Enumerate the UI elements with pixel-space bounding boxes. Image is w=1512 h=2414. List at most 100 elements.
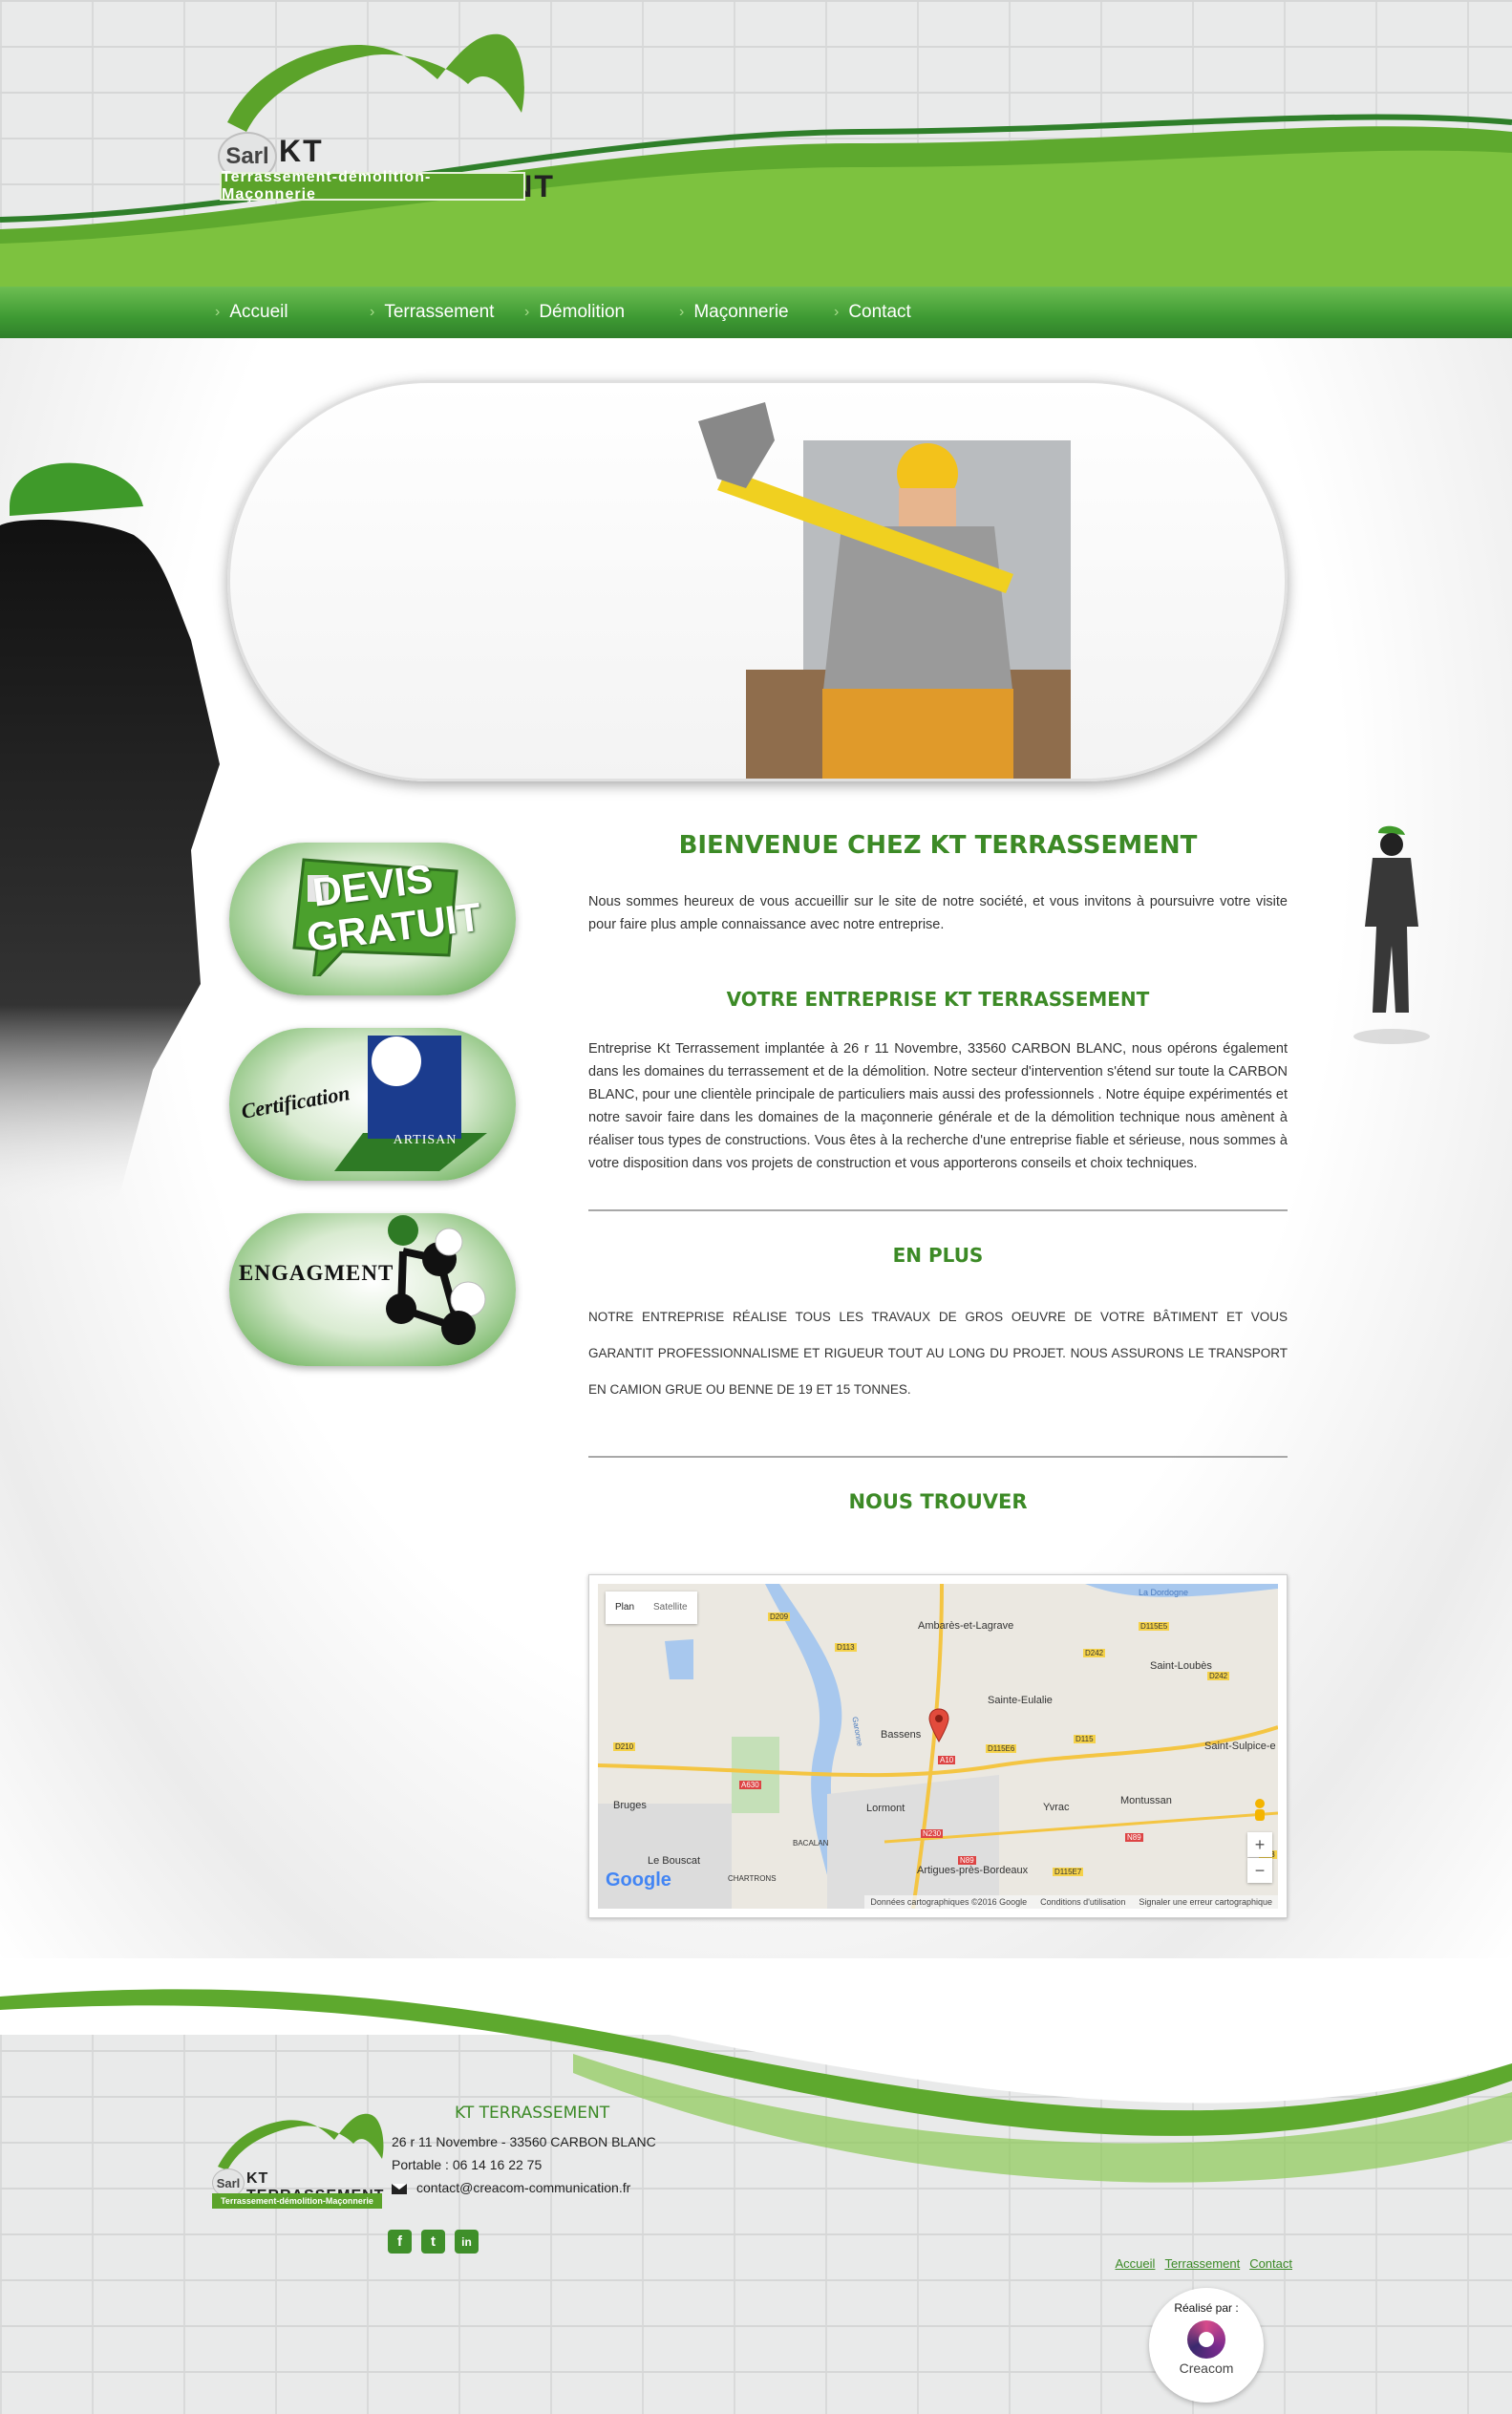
zoom-in-button[interactable]: +	[1247, 1832, 1272, 1857]
chevron-right-icon: ›	[834, 304, 840, 320]
footer-link-contact[interactable]: Contact	[1249, 2256, 1292, 2271]
facebook-icon[interactable]: f	[388, 2230, 412, 2254]
footer-link-accueil[interactable]: Accueil	[1116, 2256, 1156, 2271]
footer-logo[interactable]: Sarl KT TERRASSEMENT Terrassement-démoli…	[212, 2109, 386, 2209]
google-logo: Google	[606, 1869, 671, 1891]
header: Sarl KT TERRASSEMENT Terrassement-démoli…	[0, 0, 1512, 287]
road-tag: D210	[613, 1742, 636, 1751]
entreprise-title: VOTRE ENTREPRISE KT TERRASSEMENT	[726, 988, 1150, 1011]
en-plus-title: EN PLUS	[892, 1244, 984, 1267]
footer-links: Accueil Terrassement Contact	[1116, 2256, 1292, 2271]
map-report-link[interactable]: Signaler une erreur cartographique	[1139, 1897, 1272, 1907]
chevron-right-icon: ›	[524, 304, 530, 320]
nav-label: Démolition	[539, 302, 626, 322]
map-place-label: Sainte-Eulalie	[988, 1695, 1053, 1706]
map-place-label: CHARTRONS	[728, 1874, 777, 1883]
nav-item-accueil[interactable]: › Accueil	[215, 287, 370, 338]
creacom-credit[interactable]: Réalisé par : Creacom	[1149, 2288, 1264, 2403]
main-nav: › Accueil › Terrassement › Démolition › Maço…	[0, 287, 1512, 338]
nav-item-contact[interactable]: › Contact	[834, 287, 989, 338]
social-links: f t in	[388, 2230, 479, 2254]
hero-banner	[227, 380, 1288, 781]
road-tag: D115E6	[986, 1744, 1017, 1753]
nav-label: Contact	[848, 302, 911, 322]
road-tag: N89	[958, 1856, 976, 1865]
nav-item-maconnerie[interactable]: › Maçonnerie	[679, 287, 834, 338]
footer-address: 26 r 11 Novembre - 33560 CARBON BLANC	[392, 2134, 656, 2149]
nav-label: Maçonnerie	[693, 302, 789, 322]
chevron-right-icon: ›	[370, 304, 375, 320]
linkedin-icon[interactable]: in	[455, 2230, 479, 2254]
google-map[interactable]: Plan Satellite Ambarès-et-Lagrave Saint-…	[588, 1574, 1288, 1918]
map-place-label: Saint-Sulpice-e	[1204, 1741, 1276, 1752]
hero-worker-image	[698, 402, 1071, 779]
map-attribution-text: Données cartographiques ©2016 Google	[870, 1897, 1028, 1907]
map-place-label: Ambarès-et-Lagrave	[918, 1620, 1014, 1632]
road-tag: D115E7	[1053, 1868, 1084, 1876]
footer: Sarl KT TERRASSEMENT Terrassement-démoli…	[0, 1958, 1512, 2414]
divider	[588, 1456, 1288, 1458]
road-tag: D242	[1207, 1672, 1230, 1680]
map-place-label: Yvrac	[1043, 1802, 1070, 1813]
nav-item-demolition[interactable]: › Démolition	[524, 287, 679, 338]
nav-label: Terrassement	[384, 302, 495, 322]
devis-gratuit-badge[interactable]: DEVIS GRATUIT	[229, 843, 516, 995]
devis-label: DEVIS GRATUIT	[304, 855, 484, 960]
map-type-satellite[interactable]: Satellite	[644, 1592, 697, 1624]
map-place-label: La Dordogne	[1139, 1588, 1189, 1597]
logo-tagline: Terrassement-démolition-Maçonnerie	[220, 169, 525, 203]
map-place-label: Lormont	[866, 1803, 905, 1814]
roof-logo-graphic	[227, 33, 524, 132]
twitter-icon[interactable]: t	[421, 2230, 445, 2254]
road-tag: D113	[835, 1643, 857, 1652]
map-place-label: Artigues-près-Bordeaux	[917, 1865, 1029, 1876]
divider	[588, 1209, 1288, 1211]
road-tag: D242	[1083, 1649, 1106, 1657]
nav-label: Accueil	[229, 302, 288, 322]
map-attribution: Données cartographiques ©2016 Google Con…	[864, 1895, 1278, 1909]
roof-logo-graphic	[218, 2113, 384, 2170]
logo-tagline: Terrassement-démolition-Maçonnerie	[212, 2193, 382, 2209]
worker-silhouette-image	[0, 462, 220, 1213]
map-place-label: Le Bouscat	[648, 1855, 701, 1867]
road-tag: A10	[938, 1756, 956, 1764]
chevron-right-icon: ›	[215, 304, 221, 320]
en-plus-text: Notre entreprise réalise tous les travau…	[588, 1310, 1288, 1397]
welcome-title: BIENVENUE CHEZ KT TERRASSEMENT	[678, 831, 1198, 860]
map-place-label: Bruges	[613, 1800, 647, 1811]
footer-email[interactable]: contact@creacom-communication.fr	[392, 2180, 630, 2195]
road-tag: D209	[768, 1613, 791, 1621]
creacom-brand: Creacom	[1179, 2361, 1234, 2376]
road-tag: D115	[1074, 1735, 1096, 1743]
map-canvas[interactable]: Plan Satellite Ambarès-et-Lagrave Saint-…	[598, 1584, 1278, 1909]
worker-silhouette-image	[1353, 825, 1430, 1044]
map-place-label: Saint-Loubès	[1150, 1660, 1212, 1672]
road-tag: D115E5	[1139, 1622, 1170, 1631]
map-terms-link[interactable]: Conditions d'utilisation	[1040, 1897, 1125, 1907]
map-place-label: BACALAN	[793, 1839, 829, 1848]
realise-label: Réalisé par :	[1174, 2301, 1239, 2315]
footer-email-text[interactable]: contact@creacom-communication.fr	[416, 2180, 630, 2195]
certification-artisan-badge[interactable]: Certification ARTISAN	[229, 1028, 516, 1181]
zoom-out-button[interactable]: −	[1247, 1858, 1272, 1883]
nous-trouver-title: NOUS TROUVER	[848, 1490, 1028, 1513]
map-type-toggle[interactable]: Plan Satellite	[606, 1592, 697, 1624]
street-view-icon[interactable]	[1251, 1798, 1268, 1823]
road-tag: N230	[921, 1829, 944, 1838]
engagement-badge[interactable]: ENGAGMENT	[229, 1213, 516, 1366]
entreprise-text: Entreprise Kt Terrassement implantée à 2…	[588, 1041, 1288, 1171]
map-marker-icon[interactable]	[928, 1708, 949, 1742]
creacom-logo-icon	[1187, 2320, 1225, 2359]
site-logo[interactable]: Sarl KT TERRASSEMENT Terrassement-démoli…	[218, 27, 553, 203]
artisan-label: ARTISAN	[393, 1133, 458, 1147]
road-tag: A630	[739, 1781, 761, 1789]
road-tag: N89	[1125, 1833, 1143, 1842]
engagement-label: ENGAGMENT	[239, 1261, 394, 1285]
footer-link-terrassement[interactable]: Terrassement	[1164, 2256, 1240, 2271]
map-place-label: Montussan	[1120, 1795, 1172, 1806]
footer-company-name: KT TERRASSEMENT	[455, 2104, 610, 2123]
intro-text: Nous sommes heureux de vous accueillir s…	[588, 894, 1288, 932]
nav-item-terrassement[interactable]: › Terrassement	[370, 287, 524, 338]
map-type-plan[interactable]: Plan	[606, 1592, 644, 1624]
footer-phone: Portable : 06 14 16 22 75	[392, 2157, 543, 2172]
